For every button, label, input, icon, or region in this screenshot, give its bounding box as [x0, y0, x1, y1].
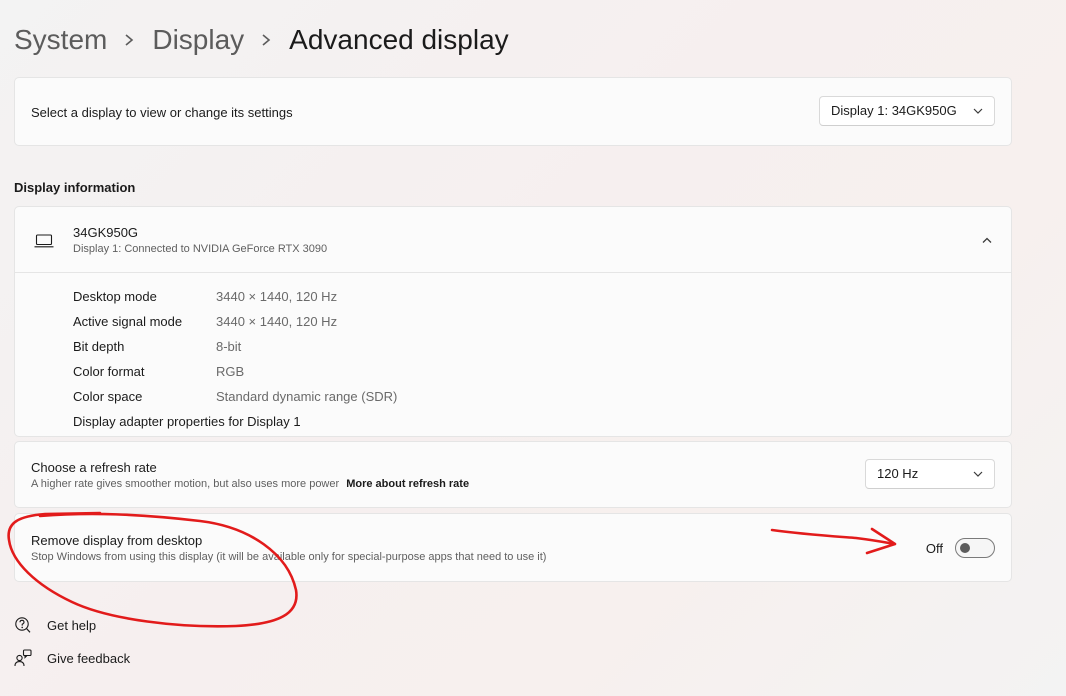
help-icon	[15, 617, 31, 633]
feedback-icon	[14, 649, 32, 667]
monitor-connection-subtitle: Display 1: Connected to NVIDIA GeForce R…	[73, 243, 328, 255]
get-help-link[interactable]: Get help	[14, 616, 96, 634]
display-info-header[interactable]: 34GK950G Display 1: Connected to NVIDIA …	[15, 207, 1011, 273]
info-label: Active signal mode	[73, 314, 183, 329]
give-feedback-link[interactable]: Give feedback	[14, 649, 130, 667]
select-display-card: Select a display to view or change its s…	[14, 77, 1012, 146]
laptop-icon	[34, 234, 54, 248]
info-row-active-signal-mode: Active signal mode 3440 × 1440, 120 Hz	[73, 309, 397, 334]
display-adapter-properties-link[interactable]: Display adapter properties for Display 1	[73, 409, 397, 434]
refresh-rate-dropdown[interactable]: 120 Hz	[865, 458, 995, 489]
refresh-rate-description: A higher rate gives smoother motion, but…	[31, 478, 340, 490]
info-value: 8-bit	[216, 339, 242, 354]
remove-display-title: Remove display from desktop	[31, 533, 203, 548]
refresh-rate-value: 120 Hz	[877, 466, 919, 481]
give-feedback-label: Give feedback	[47, 650, 131, 666]
display-info-card: 34GK950G Display 1: Connected to NVIDIA …	[14, 206, 1012, 437]
chevron-right-icon	[262, 34, 271, 46]
remove-display-card: Remove display from desktop Stop Windows…	[14, 513, 1012, 582]
select-display-label: Select a display to view or change its s…	[31, 105, 293, 120]
info-label: Bit depth	[73, 339, 125, 354]
chevron-up-icon[interactable]	[981, 236, 993, 244]
section-title-display-information: Display information	[14, 180, 136, 195]
chevron-down-icon	[973, 108, 983, 114]
info-value: RGB	[216, 364, 245, 379]
refresh-rate-description-row: A higher rate gives smoother motion, but…	[31, 478, 469, 490]
display-select-dropdown[interactable]: Display 1: 34GK950G	[819, 95, 995, 126]
info-label: Desktop mode	[73, 289, 157, 304]
info-value: Standard dynamic range (SDR)	[216, 389, 398, 404]
page-title: Advanced display	[289, 24, 509, 55]
info-label: Color space	[73, 389, 143, 404]
refresh-rate-card: Choose a refresh rate A higher rate give…	[14, 441, 1012, 508]
chevron-right-icon	[125, 34, 134, 46]
monitor-name: 34GK950G	[73, 225, 139, 240]
display-select-value: Display 1: 34GK950G	[831, 103, 957, 118]
display-info-rows: Desktop mode 3440 × 1440, 120 Hz Active …	[73, 284, 397, 434]
chevron-down-icon	[973, 471, 983, 477]
toggle-knob	[960, 542, 970, 553]
remove-display-description: Stop Windows from using this display (it…	[31, 551, 547, 563]
get-help-label: Get help	[47, 617, 97, 633]
more-about-refresh-rate-link[interactable]: More about refresh rate	[346, 478, 469, 490]
remove-display-toggle[interactable]	[955, 537, 995, 558]
info-row-desktop-mode: Desktop mode 3440 × 1440, 120 Hz	[73, 284, 397, 309]
breadcrumb-display[interactable]: Display	[152, 24, 244, 56]
info-value: 3440 × 1440, 120 Hz	[216, 314, 338, 329]
info-row-color-format: Color format RGB	[73, 359, 397, 384]
info-label: Color format	[73, 364, 145, 379]
info-value: 3440 × 1440, 120 Hz	[216, 289, 338, 304]
info-row-color-space: Color space Standard dynamic range (SDR)	[73, 384, 397, 409]
refresh-rate-title: Choose a refresh rate	[31, 460, 157, 475]
info-row-bit-depth: Bit depth 8-bit	[73, 334, 397, 359]
breadcrumb: System Display Advanced display	[14, 20, 509, 60]
breadcrumb-system[interactable]: System	[14, 24, 107, 56]
toggle-state-label: Off	[925, 541, 943, 556]
